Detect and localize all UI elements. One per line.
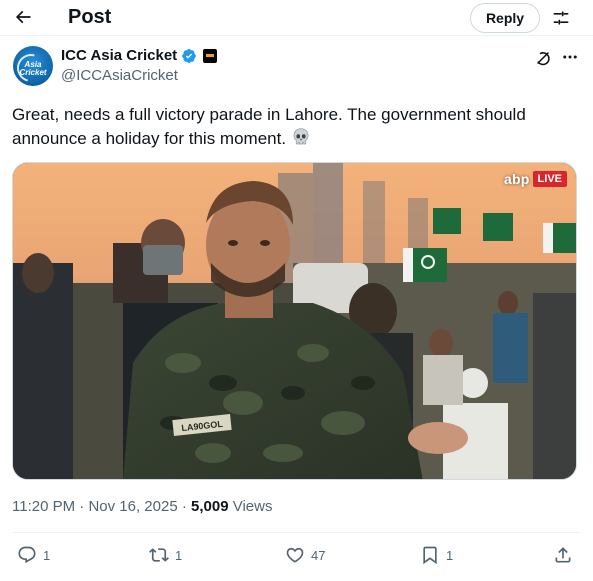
reply-count: 1 [43,547,51,563]
post-date[interactable]: Nov 16, 2025 [88,498,177,515]
filter-icon[interactable] [549,6,573,30]
author-name-row[interactable]: ICC Asia Cricket [61,47,218,64]
post-time[interactable]: 11:20 PM [12,498,75,515]
share-action[interactable] [553,545,573,565]
post-video[interactable]: LA90GOL abp LIVE [12,162,577,480]
views-count: 5,009 [191,498,229,515]
bookmark-icon [423,546,437,565]
video-frame: LA90GOL [13,163,576,479]
grok-icon[interactable] [533,48,553,68]
author-handle[interactable]: @ICCAsiaCricket [61,67,178,84]
reply-icon [18,546,36,564]
share-icon [555,547,571,563]
skull-emoji-icon [293,128,309,145]
avatar[interactable]: Asia Cricket [13,46,53,86]
repost-action[interactable]: 1 [149,545,182,565]
views-label: Views [232,498,273,515]
action-bar: 1 1 47 1 [0,540,593,574]
bookmark-count: 1 [446,547,454,563]
reply-button[interactable]: Reply [470,3,540,33]
reply-action[interactable]: 1 [17,545,50,565]
like-count: 47 [311,547,326,563]
repost-count: 1 [175,547,183,563]
more-options-icon[interactable] [559,46,581,68]
like-action[interactable]: 47 [285,545,325,565]
back-arrow-icon[interactable] [10,4,36,30]
live-badge: LIVE [532,171,567,187]
abp-logo: abp [504,171,530,187]
avatar-logo-text: Asia Cricket [19,60,47,77]
divider [12,532,581,533]
channel-watermark: abp LIVE [504,171,567,187]
verified-badge-icon [182,48,196,63]
repost-icon [149,548,169,562]
bookmark-action[interactable]: 1 [420,545,453,565]
top-bar: Post Reply [0,0,593,36]
heart-icon [286,547,304,563]
affiliate-badge-icon[interactable] [203,48,218,63]
post-meta: 11:20 PM · Nov 16, 2025 · 5,009 Views [12,498,273,515]
tweet-text: Great, needs a full victory parade in La… [12,103,582,151]
author-name[interactable]: ICC Asia Cricket [61,47,177,64]
page-title: Post [68,6,112,28]
tweet-body: Great, needs a full victory parade in La… [12,105,526,148]
